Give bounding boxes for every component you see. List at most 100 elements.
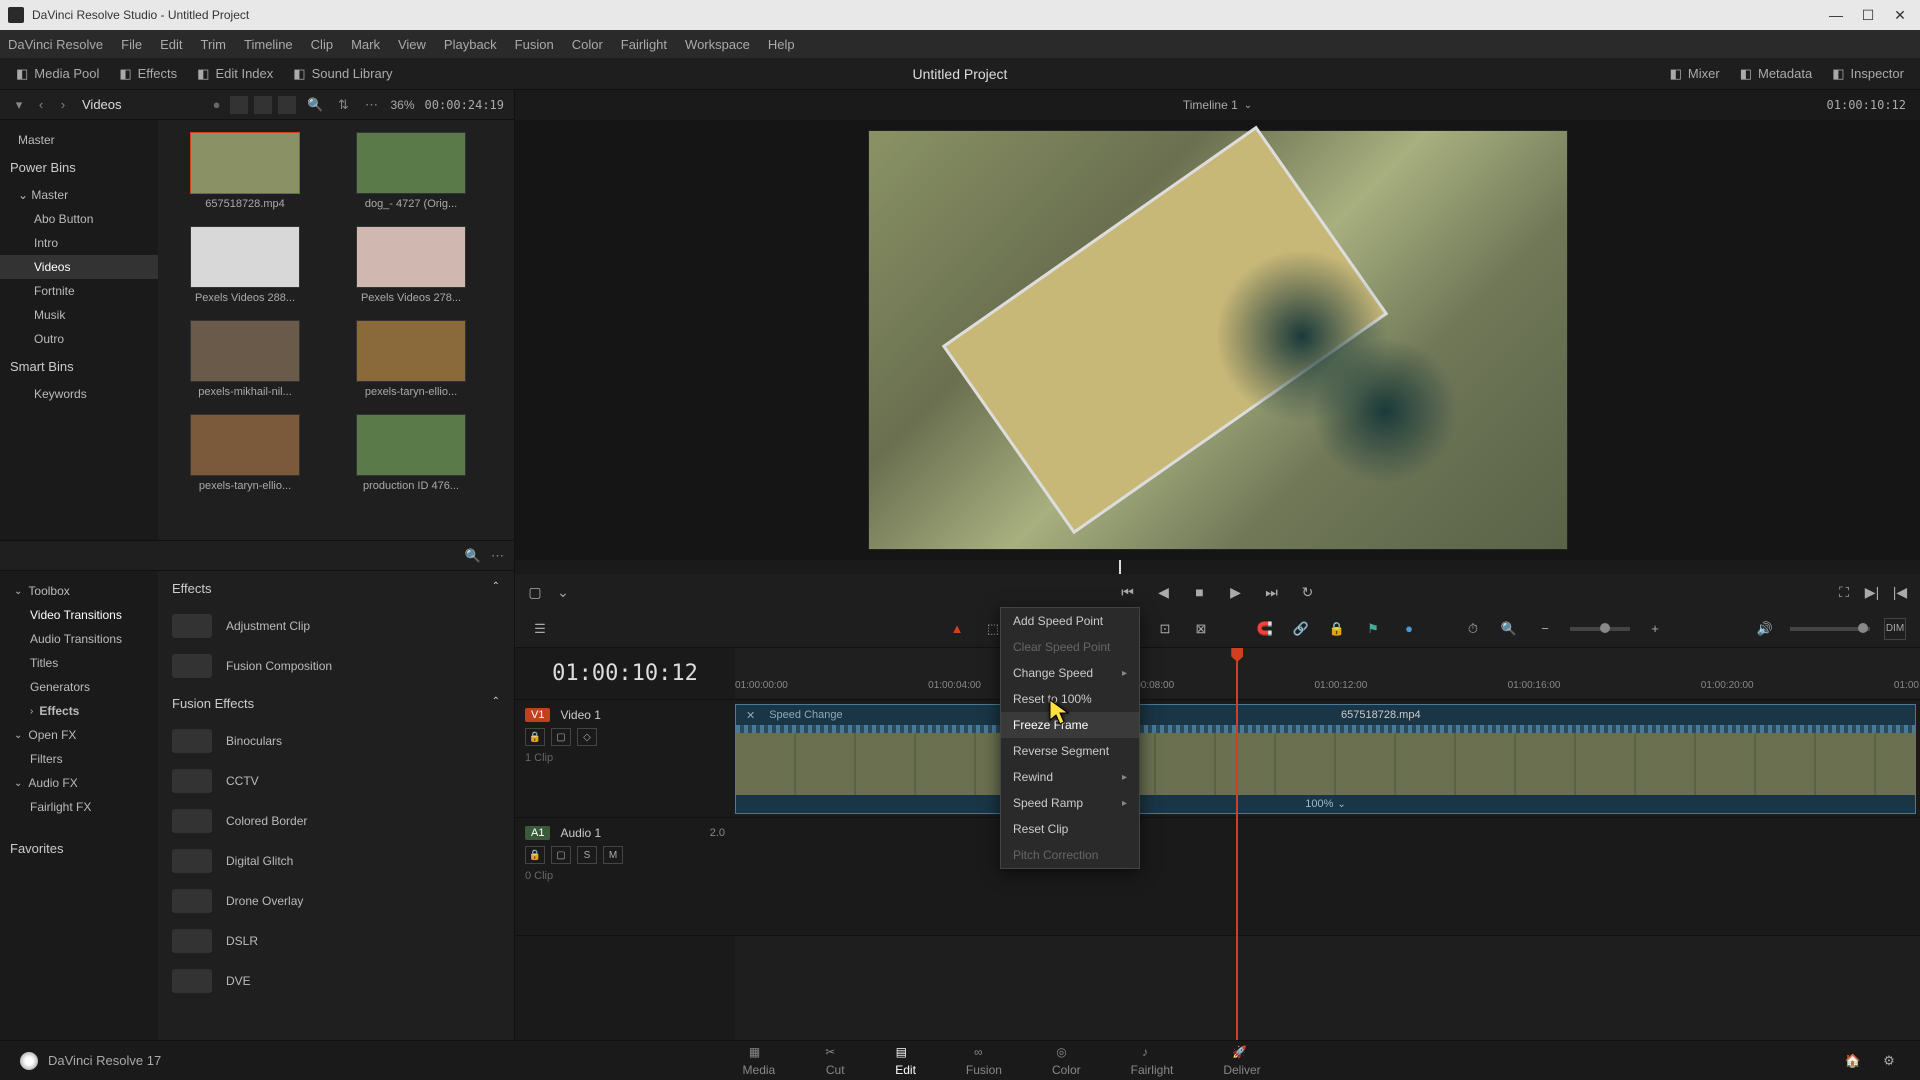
nav-back-icon[interactable]: ‹ [32, 96, 50, 114]
match-frame-icon[interactable]: ⛶ [1834, 582, 1854, 602]
clip-thumbnail[interactable] [190, 132, 300, 194]
last-mark-icon[interactable]: |◀ [1890, 582, 1910, 602]
stop-icon[interactable]: ■ [1190, 582, 1210, 602]
timeline-ruler[interactable]: 01:00:00:0001:00:04:0001:00:08:0001:00:1… [735, 648, 1920, 700]
page-tab-media[interactable]: ▦Media [743, 1045, 776, 1077]
effects-tree-titles[interactable]: Titles [0, 651, 158, 675]
video-track-lane[interactable]: ✕ Speed Change 657518728.mp4 100%⌄ [735, 700, 1920, 818]
effect-binoculars[interactable]: Binoculars [158, 721, 514, 761]
clip-item[interactable]: Pexels Videos 288... [170, 226, 320, 304]
view-list-icon[interactable] [278, 96, 296, 114]
sort-icon[interactable]: ⇅ [334, 96, 352, 114]
audio-track-lane[interactable] [735, 818, 1920, 936]
audio-track-header[interactable]: A1 Audio 1 2.0 🔒 ▢ S M 0 Clip [515, 818, 735, 936]
volume-icon[interactable]: 🔊 [1754, 618, 1776, 640]
effect-colored-border[interactable]: Colored Border [158, 801, 514, 841]
menu-file[interactable]: File [121, 37, 142, 52]
metadata[interactable]: ◧Metadata [1740, 66, 1813, 82]
view-thumb-icon[interactable] [230, 96, 248, 114]
sound-library[interactable]: ◧Sound Library [293, 66, 392, 82]
clip-thumbnail[interactable] [356, 226, 466, 288]
minimize-button[interactable]: — [1824, 3, 1848, 27]
mixer[interactable]: ◧Mixer [1670, 66, 1720, 82]
disable-track-icon[interactable]: ◇ [577, 728, 597, 746]
ctx-reset-clip[interactable]: Reset Clip [1001, 816, 1139, 842]
solo-icon[interactable]: S [577, 846, 597, 864]
effect-drone-overlay[interactable]: Drone Overlay [158, 881, 514, 921]
menu-trim[interactable]: Trim [201, 37, 227, 52]
speed-value[interactable]: 100% [1305, 798, 1333, 810]
menu-help[interactable]: Help [768, 37, 795, 52]
bin-master[interactable]: ⌄ Master [0, 183, 158, 207]
overwrite-icon[interactable]: ⊡ [1154, 618, 1176, 640]
effect-fusion-composition[interactable]: Fusion Composition [158, 646, 514, 686]
clip-thumbnail[interactable] [190, 226, 300, 288]
clip-thumbnail[interactable] [190, 320, 300, 382]
lock-icon[interactable]: 🔒 [1326, 618, 1348, 640]
track-badge-v1[interactable]: V1 [525, 708, 550, 722]
ctx-add-speed-point[interactable]: Add Speed Point [1001, 608, 1139, 634]
dim-button[interactable]: DIM [1884, 618, 1906, 640]
playhead[interactable] [1236, 648, 1238, 1040]
next-clip-icon[interactable]: ⏭ [1262, 582, 1282, 602]
zoom-icon[interactable]: 🔍 [1498, 618, 1520, 640]
effect-cctv[interactable]: CCTV [158, 761, 514, 801]
smart-bins-header[interactable]: Smart Bins [0, 351, 158, 382]
bin-keywords[interactable]: Keywords [0, 382, 158, 406]
bin-musik[interactable]: Musik [0, 303, 158, 327]
chevron-down-icon[interactable]: ⌄ [1337, 799, 1345, 810]
page-tab-fusion[interactable]: ∞Fusion [966, 1045, 1002, 1077]
arrow-tool-icon[interactable]: ▲ [946, 618, 968, 640]
menu-playback[interactable]: Playback [444, 37, 497, 52]
power-bins-header[interactable]: Power Bins [0, 152, 158, 183]
search-icon[interactable]: 🔍 [306, 96, 324, 114]
maximize-button[interactable]: ☐ [1856, 3, 1880, 27]
clip-item[interactable]: production ID 476... [336, 414, 486, 492]
bin-master[interactable]: Master [0, 128, 158, 152]
ctx-change-speed[interactable]: Change Speed▸ [1001, 660, 1139, 686]
menu-fairlight[interactable]: Fairlight [621, 37, 667, 52]
clip-thumbnail[interactable] [356, 132, 466, 194]
settings-icon[interactable]: ⚙ [1878, 1050, 1900, 1072]
menu-color[interactable]: Color [572, 37, 603, 52]
auto-select-icon[interactable]: ▢ [551, 846, 571, 864]
favorites-header[interactable]: Favorites [0, 833, 158, 864]
timeline-view-icon[interactable]: ☰ [529, 618, 551, 640]
replace-icon[interactable]: ⊠ [1190, 618, 1212, 640]
mute-icon[interactable]: M [603, 846, 623, 864]
play-icon[interactable]: ▶ [1226, 582, 1246, 602]
timeline-name[interactable]: Timeline 1 [1183, 98, 1238, 112]
zoom-out-icon[interactable]: − [1534, 618, 1556, 640]
page-tab-cut[interactable]: ✂Cut [825, 1045, 845, 1077]
timeline-tracks[interactable]: 01:00:00:0001:00:04:0001:00:08:0001:00:1… [735, 648, 1920, 1040]
effects[interactable]: ◧Effects [119, 66, 177, 82]
clip-item[interactable]: pexels-mikhail-nil... [170, 320, 320, 398]
ctx-reset-to-100%[interactable]: Reset to 100% [1001, 686, 1139, 712]
auto-select-icon[interactable]: ▢ [551, 728, 571, 746]
page-tab-color[interactable]: ◎Color [1052, 1045, 1081, 1077]
viewer-mode-icon[interactable]: ▢ [525, 582, 545, 602]
lock-track-icon[interactable]: 🔒 [525, 846, 545, 864]
video-track-header[interactable]: V1 Video 1 🔒 ▢ ◇ 1 Clip [515, 700, 735, 818]
clip-thumbnail[interactable] [190, 414, 300, 476]
retime-icon[interactable]: ⏱ [1462, 618, 1484, 640]
bin-abo-button[interactable]: Abo Button [0, 207, 158, 231]
bin-intro[interactable]: Intro [0, 231, 158, 255]
inspector[interactable]: ◧Inspector [1832, 66, 1904, 82]
link-icon[interactable]: 🔗 [1290, 618, 1312, 640]
clip-thumbnail[interactable] [356, 320, 466, 382]
dropdown-icon[interactable]: ▾ [10, 96, 28, 114]
viewer[interactable] [515, 120, 1920, 560]
home-icon[interactable]: 🏠 [1842, 1050, 1864, 1072]
bin-outro[interactable]: Outro [0, 327, 158, 351]
clip-item[interactable]: Pexels Videos 278... [336, 226, 486, 304]
record-icon[interactable]: ● [213, 97, 221, 112]
menu-view[interactable]: View [398, 37, 426, 52]
ctx-rewind[interactable]: Rewind▸ [1001, 764, 1139, 790]
effect-digital-glitch[interactable]: Digital Glitch [158, 841, 514, 881]
bin-videos[interactable]: Videos [0, 255, 158, 279]
loop-icon[interactable]: ↻ [1298, 582, 1318, 602]
clip-item[interactable]: pexels-taryn-ellio... [336, 320, 486, 398]
effects-tree-filters[interactable]: Filters [0, 747, 158, 771]
effects-tree-effects[interactable]: ›Effects [0, 699, 158, 723]
